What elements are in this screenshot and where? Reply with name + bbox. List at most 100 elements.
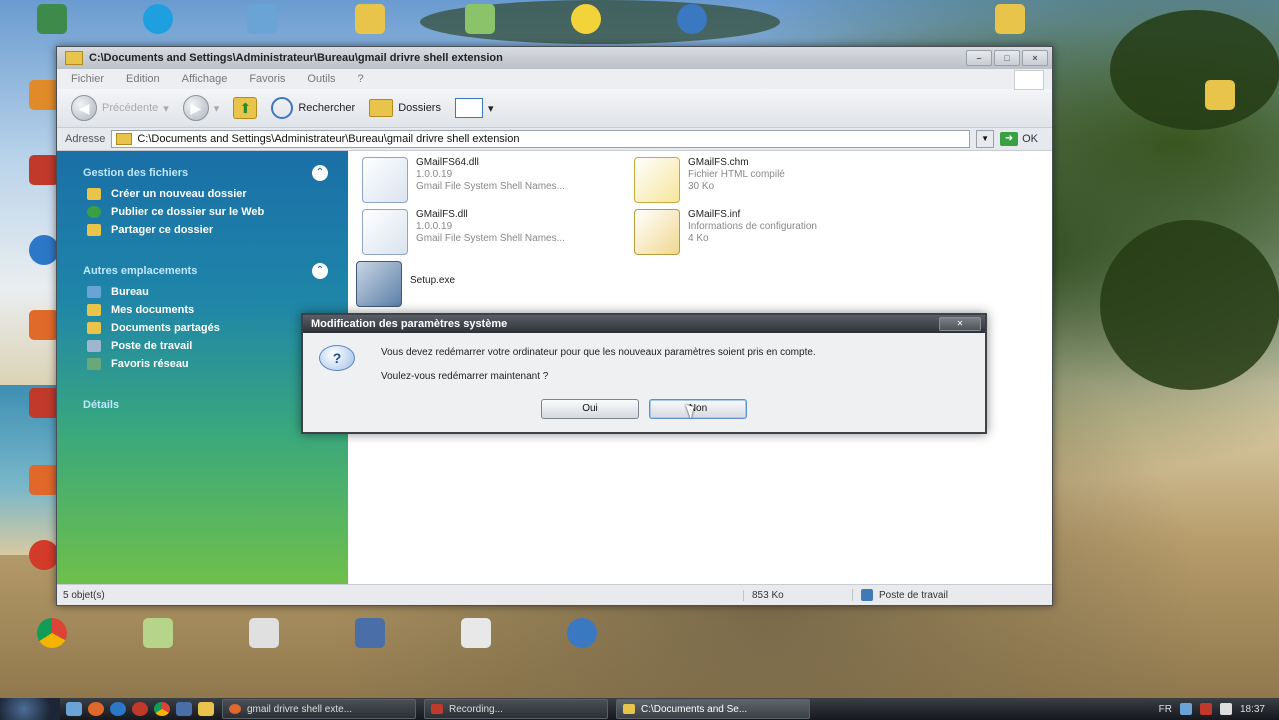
place-bureau[interactable]: Bureau — [57, 283, 348, 301]
collapse-icon[interactable]: ⌃ — [312, 263, 328, 279]
tray-antivirus-icon[interactable] — [1199, 703, 1212, 715]
dll-file-icon — [362, 157, 408, 203]
explorer-titlebar[interactable]: C:\Documents and Settings\Administrateur… — [57, 47, 1052, 69]
search-button[interactable]: Rechercher — [271, 97, 355, 119]
other-places-header[interactable]: Autres emplacements ⌃ — [57, 259, 348, 283]
quicklaunch-media-icon[interactable] — [176, 702, 192, 716]
language-indicator[interactable]: FR — [1159, 704, 1172, 715]
status-location: Poste de travail — [852, 589, 948, 601]
place-label: Bureau — [111, 286, 149, 298]
inf-file-icon — [634, 209, 680, 255]
computer-icon — [87, 340, 101, 352]
task-label: Créer un nouveau dossier — [111, 188, 247, 200]
chevron-down-icon[interactable]: ▾ — [488, 102, 494, 115]
close-button[interactable]: × — [1022, 50, 1048, 66]
up-folder-button[interactable]: ⬆ — [233, 97, 258, 119]
shared-folder-icon — [87, 322, 101, 334]
start-button[interactable] — [0, 698, 60, 720]
menu-item-favoris[interactable]: Favoris — [249, 73, 285, 85]
file-item[interactable]: GMailFS.chm Fichier HTML compilé 30 Ko — [634, 157, 785, 203]
desktop-icon[interactable] — [552, 618, 612, 648]
search-icon — [271, 97, 294, 119]
back-label: Précédente — [102, 102, 159, 114]
task-new-folder[interactable]: Créer un nouveau dossier — [57, 185, 348, 203]
desktop-icon[interactable] — [340, 618, 400, 648]
address-input[interactable]: C:\Documents and Settings\Administrateur… — [111, 130, 971, 148]
folders-button[interactable]: Dossiers — [369, 99, 441, 117]
quicklaunch-opera-icon[interactable] — [132, 702, 148, 716]
network-icon — [87, 358, 101, 370]
quicklaunch-chrome-icon[interactable] — [154, 702, 170, 716]
views-icon — [454, 98, 483, 118]
file-item[interactable]: GMailFS.dll 1.0.0.19 Gmail File System S… — [362, 209, 565, 255]
file-type: Fichier HTML compilé — [688, 169, 785, 180]
dialog-question: Voulez-vous redémarrer maintenant ? — [381, 371, 549, 382]
task-label: Recording... — [449, 703, 503, 715]
file-item[interactable]: GMailFS.inf Informations de configuratio… — [634, 209, 817, 255]
other-places-title: Autres emplacements — [83, 265, 198, 277]
taskbar: gmail drivre shell exte... Recording... … — [0, 698, 1279, 720]
recording-icon — [431, 704, 443, 714]
wallpaper-palm — [1110, 10, 1279, 130]
task-share-folder[interactable]: Partager ce dossier — [57, 221, 348, 239]
task-label: Partager ce dossier — [111, 224, 214, 236]
share-folder-icon — [87, 224, 101, 236]
back-button[interactable]: ◀ Précédente ▾ — [71, 95, 169, 121]
folder-icon — [116, 133, 133, 145]
desktop-icon[interactable] — [128, 618, 188, 648]
desktop-icon[interactable] — [980, 4, 1040, 34]
forward-arrow-icon: ▶ — [182, 95, 209, 121]
desktop-icon[interactable] — [340, 4, 400, 34]
desktop-icon[interactable] — [128, 4, 188, 34]
setup-exe-icon — [356, 261, 402, 307]
file-type: Informations de configuration — [688, 221, 817, 232]
collapse-icon[interactable]: ⌃ — [312, 165, 328, 181]
taskbar-task-explorer[interactable]: C:\Documents and Se... — [616, 699, 810, 719]
menu-item-affichage[interactable]: Affichage — [182, 73, 228, 85]
up-arrow-icon: ⬆ — [233, 97, 258, 119]
quicklaunch-desktop-icon[interactable] — [66, 702, 82, 716]
no-button[interactable]: Non — [649, 399, 747, 419]
desktop-icon[interactable] — [1190, 80, 1250, 110]
desktop-icon[interactable] — [234, 618, 294, 648]
desktop-icon[interactable] — [556, 4, 616, 34]
details-title: Détails — [83, 399, 120, 411]
chevron-down-icon[interactable]: ▾ — [163, 102, 169, 115]
tray-volume-icon[interactable] — [1219, 703, 1232, 715]
quicklaunch-firefox-icon[interactable] — [88, 702, 104, 716]
file-item[interactable]: GMailFS64.dll 1.0.0.19 Gmail File System… — [362, 157, 565, 203]
views-button[interactable]: ▾ — [454, 98, 494, 118]
menu-item-outils[interactable]: Outils — [307, 73, 335, 85]
close-button[interactable]: ✕ — [939, 317, 981, 331]
menu-item-fichier[interactable]: Fichier — [71, 73, 104, 85]
desktop-icon[interactable] — [22, 4, 82, 34]
yes-button[interactable]: Oui — [541, 399, 639, 419]
menu-item-help[interactable]: ? — [358, 73, 364, 85]
desktop-icon[interactable] — [232, 4, 292, 34]
tray-network-icon[interactable] — [1179, 703, 1192, 715]
taskbar-task-firefox[interactable]: gmail drivre shell exte... — [222, 699, 416, 719]
task-publish-web[interactable]: Publier ce dossier sur le Web — [57, 203, 348, 221]
go-button[interactable]: ➜ OK — [1000, 132, 1052, 146]
desktop-icon[interactable] — [662, 4, 722, 34]
chrome-desktop-icon[interactable] — [22, 618, 82, 648]
file-item[interactable]: Setup.exe — [356, 261, 455, 307]
clock[interactable]: 18:37 — [1240, 704, 1265, 715]
quicklaunch-ie-icon[interactable] — [110, 702, 126, 716]
minimize-button[interactable]: – — [966, 50, 992, 66]
desktop-icon — [87, 286, 101, 298]
forward-button[interactable]: ▶ ▾ — [182, 95, 220, 121]
quicklaunch-explorer-icon[interactable] — [198, 702, 214, 716]
dialog-titlebar[interactable]: Modification des paramètres système ✕ — [303, 315, 985, 333]
menu-item-edition[interactable]: Edition — [126, 73, 160, 85]
go-arrow-icon: ➜ — [1000, 132, 1019, 146]
folder-icon — [623, 704, 635, 714]
chevron-down-icon[interactable]: ▾ — [214, 102, 220, 115]
address-dropdown-button[interactable]: ▼ — [976, 130, 995, 148]
file-tasks-header[interactable]: Gestion des fichiers ⌃ — [57, 161, 348, 185]
taskbar-task-recording[interactable]: Recording... — [424, 699, 608, 719]
place-label: Mes documents — [111, 304, 195, 316]
desktop-icon[interactable] — [446, 618, 506, 648]
desktop-icon[interactable] — [450, 4, 510, 34]
maximize-button[interactable]: □ — [994, 50, 1020, 66]
